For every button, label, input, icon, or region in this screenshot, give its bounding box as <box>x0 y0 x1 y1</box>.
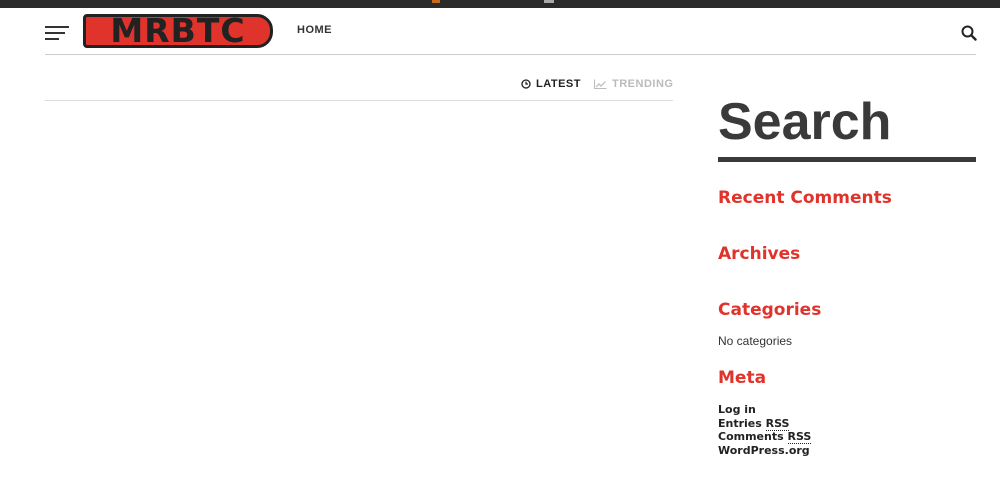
tab-latest-label: LATEST <box>536 78 581 90</box>
trending-up-icon <box>594 79 607 89</box>
meta-links: Log in Entries RSS Comments RSS WordPres… <box>718 403 812 458</box>
search-icon[interactable] <box>961 25 977 41</box>
site-logo[interactable]: MRBTC <box>83 14 273 48</box>
no-categories-text: No categories <box>718 334 793 348</box>
meta-link-entries-rss[interactable]: Entries RSS <box>718 416 811 431</box>
meta-link-wordpress[interactable]: WordPress.org <box>718 444 811 458</box>
tab-trending-label: TRENDING <box>612 78 674 90</box>
tab-latest[interactable]: LATEST <box>521 78 581 90</box>
top-strip <box>0 0 1000 8</box>
archives-title: Archives <box>718 244 801 264</box>
meta-link-comments-rss[interactable]: Comments RSS <box>718 430 812 445</box>
site-logo-text: MRBTC <box>110 14 246 48</box>
hamburger-menu-icon[interactable] <box>45 24 69 42</box>
site-header: MRBTC HOME <box>45 8 977 55</box>
recent-comments-title: Recent Comments <box>718 188 892 208</box>
sidebar: Search Recent Comments Archives Categori… <box>718 88 976 457</box>
feed-tabs: LATEST TRENDING <box>45 70 673 101</box>
top-strip-mark <box>432 0 440 3</box>
clock-icon <box>521 79 531 89</box>
meta-title: Meta <box>718 368 767 388</box>
categories-title: Categories <box>718 300 822 320</box>
tab-trending[interactable]: TRENDING <box>594 78 673 90</box>
nav-home-link[interactable]: HOME <box>297 24 332 36</box>
top-strip-mark <box>544 0 554 3</box>
search-widget-title: Search <box>718 88 976 162</box>
meta-link-log-in[interactable]: Log in <box>718 403 811 417</box>
